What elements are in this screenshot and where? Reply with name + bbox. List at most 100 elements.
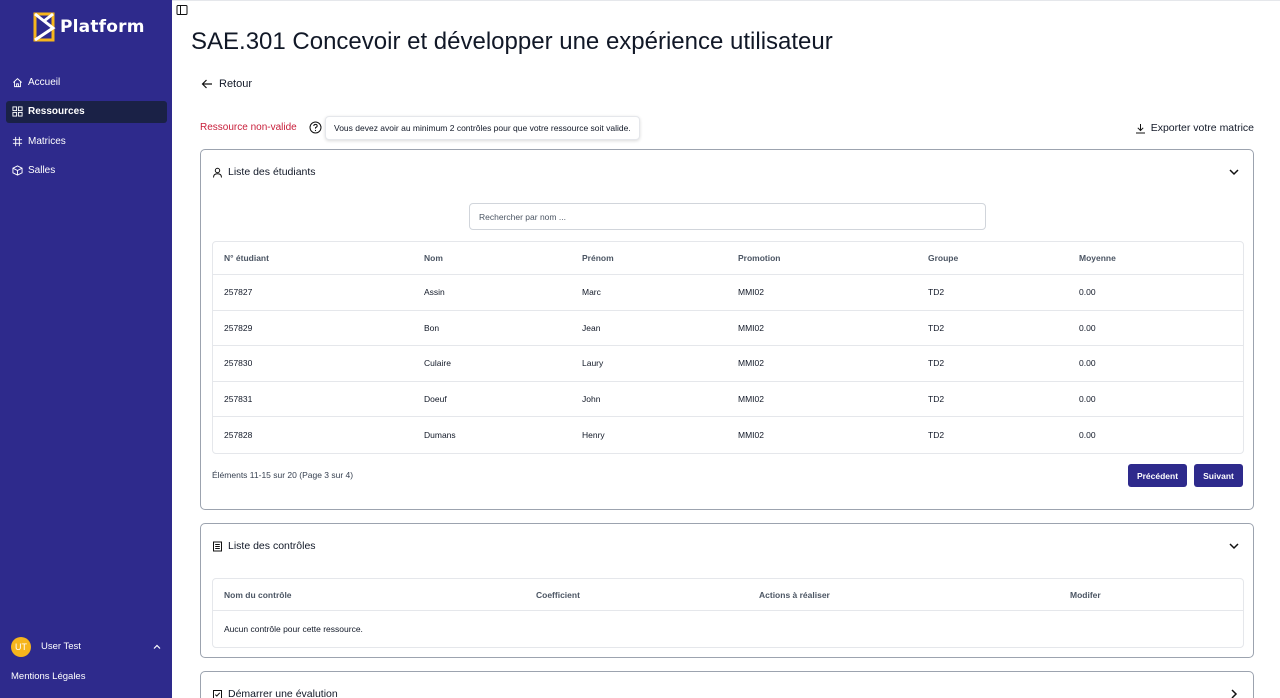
column-header: Moyenne bbox=[1079, 253, 1116, 263]
cell-first-name: Henry bbox=[582, 430, 605, 441]
evaluation-card: Démarrer une évalution bbox=[200, 671, 1254, 698]
cell-average: 0.00 bbox=[1079, 287, 1096, 298]
empty-state-text: Aucun contrôle pour cette ressource. bbox=[224, 623, 363, 634]
table-row[interactable]: 257828 Dumans Henry MMI02 TD2 0.00 bbox=[213, 417, 1243, 453]
home-icon bbox=[13, 77, 22, 87]
cell-student-number: 257827 bbox=[224, 287, 253, 298]
cell-average: 0.00 bbox=[1079, 358, 1096, 369]
sidebar-item-label: Salles bbox=[28, 165, 56, 176]
cell-promotion: MMI02 bbox=[738, 358, 764, 369]
column-header: Modifer bbox=[1070, 589, 1101, 600]
cell-last-name: Bon bbox=[424, 322, 440, 333]
cell-last-name: Assin bbox=[424, 287, 445, 298]
search-input[interactable] bbox=[469, 203, 986, 230]
cell-group: TD2 bbox=[928, 287, 945, 298]
cell-first-name: John bbox=[582, 394, 601, 405]
arrow-left-icon bbox=[201, 79, 212, 89]
checkbox-icon bbox=[213, 689, 222, 698]
column-header: Promotion bbox=[738, 253, 781, 263]
cell-first-name: Marc bbox=[582, 287, 601, 298]
table-row: Aucun contrôle pour cette ressource. bbox=[213, 611, 1243, 647]
cell-first-name: Laury bbox=[582, 358, 604, 369]
cell-average: 0.00 bbox=[1079, 322, 1096, 333]
download-icon bbox=[1135, 123, 1145, 133]
controls-title: Liste des contrôles bbox=[228, 540, 316, 552]
table-row[interactable]: 257827 Assin Marc MMI02 TD2 0.00 bbox=[213, 275, 1243, 311]
cell-average: 0.00 bbox=[1079, 394, 1096, 405]
export-matrix-button[interactable]: Exporter votre matrice bbox=[1135, 122, 1254, 134]
column-header: Nom du contrôle bbox=[224, 589, 292, 600]
students-table: N° étudiant Nom Prénom Promotion Groupe … bbox=[212, 241, 1244, 454]
sidebar-item-label: Matrices bbox=[28, 135, 66, 147]
column-header: Groupe bbox=[928, 253, 959, 263]
cell-student-number: 257830 bbox=[224, 358, 253, 369]
next-page-button[interactable]: Suivant bbox=[1194, 464, 1243, 487]
controls-card: Liste des contrôles Nom du contrôle Coef… bbox=[200, 523, 1254, 658]
hash-icon bbox=[12, 136, 23, 146]
students-title: Liste des étudiants bbox=[228, 166, 316, 178]
students-card: Liste des étudiants N° étudiant Nom Prén… bbox=[200, 149, 1254, 510]
column-header: Prénom bbox=[582, 253, 614, 263]
cell-promotion: MMI02 bbox=[738, 430, 764, 441]
cell-last-name: Culaire bbox=[424, 358, 451, 369]
column-header: Actions à réaliser bbox=[759, 589, 830, 600]
page-title: SAE.301 Concevoir et développer une expé… bbox=[191, 28, 833, 55]
chevron-down-icon[interactable] bbox=[1227, 539, 1241, 553]
box-icon bbox=[12, 165, 23, 176]
cell-group: TD2 bbox=[928, 430, 945, 441]
controls-table: Nom du contrôle Coefficient Actions à ré… bbox=[212, 578, 1244, 648]
cell-promotion: MMI02 bbox=[738, 394, 764, 405]
cell-student-number: 257831 bbox=[224, 394, 253, 405]
sidebar-item-label: Accueil bbox=[28, 76, 61, 88]
previous-page-button[interactable]: Précédent bbox=[1128, 464, 1187, 487]
chevron-up-icon bbox=[153, 644, 161, 649]
column-header: N° étudiant bbox=[224, 253, 269, 263]
document-list-icon bbox=[213, 541, 222, 551]
evaluation-card-header[interactable]: Démarrer une évalution bbox=[212, 686, 1241, 698]
sidebar-item-accueil[interactable]: Accueil bbox=[6, 71, 167, 93]
evaluation-title: Démarrer une évalution bbox=[228, 688, 338, 698]
sidebar-item-ressources[interactable]: Ressources bbox=[6, 100, 167, 123]
table-header-row: Nom du contrôle Coefficient Actions à ré… bbox=[213, 579, 1243, 611]
sidebar-item-label: Ressources bbox=[28, 106, 85, 117]
legal-link[interactable]: Mentions Légales bbox=[11, 671, 85, 682]
chevron-down-icon[interactable] bbox=[1227, 165, 1241, 179]
cell-group: TD2 bbox=[928, 322, 945, 333]
avatar: UT bbox=[11, 636, 31, 657]
sidebar: Platform Accueil Ressources Matrices Sal… bbox=[0, 0, 172, 698]
user-menu[interactable]: UT User Test bbox=[11, 636, 162, 657]
table-row[interactable]: 257829 Bon Jean MMI02 TD2 0.00 bbox=[213, 311, 1243, 347]
help-circle-icon[interactable] bbox=[309, 121, 322, 134]
table-header-row: N° étudiant Nom Prénom Promotion Groupe … bbox=[213, 242, 1243, 275]
cell-group: TD2 bbox=[928, 358, 945, 369]
controls-card-header[interactable]: Liste des contrôles bbox=[212, 538, 1241, 554]
chevron-right-icon[interactable] bbox=[1227, 687, 1241, 698]
cell-student-number: 257829 bbox=[224, 322, 253, 333]
cell-promotion: MMI02 bbox=[738, 287, 764, 298]
grid-icon bbox=[12, 106, 23, 117]
cell-promotion: MMI02 bbox=[738, 322, 764, 333]
sidebar-toggle-icon[interactable] bbox=[176, 4, 188, 16]
logo[interactable]: Platform bbox=[32, 12, 145, 42]
sidebar-item-salles[interactable]: Salles bbox=[6, 160, 167, 182]
students-card-header[interactable]: Liste des étudiants bbox=[212, 164, 1241, 180]
export-label: Exporter votre matrice bbox=[1150, 122, 1254, 134]
sidebar-item-matrices[interactable]: Matrices bbox=[6, 130, 167, 152]
top-divider bbox=[172, 0, 1280, 1]
cell-group: TD2 bbox=[928, 394, 945, 405]
cell-first-name: Jean bbox=[582, 322, 601, 333]
status-invalid: Ressource non-valide bbox=[200, 122, 297, 133]
pagination-info: Éléments 11-15 sur 20 (Page 3 sur 4) bbox=[212, 470, 354, 480]
user-icon bbox=[213, 167, 222, 178]
cell-student-number: 257828 bbox=[224, 430, 253, 441]
column-header: Coefficient bbox=[536, 589, 580, 600]
logo-icon bbox=[33, 12, 56, 42]
cell-last-name: Doeuf bbox=[424, 394, 447, 405]
user-name: User Test bbox=[41, 641, 81, 652]
back-link[interactable]: Retour bbox=[200, 77, 252, 91]
validation-tooltip: Vous devez avoir au minimum 2 contrôles … bbox=[325, 116, 640, 140]
table-row[interactable]: 257830 Culaire Laury MMI02 TD2 0.00 bbox=[213, 346, 1243, 382]
cell-last-name: Dumans bbox=[424, 430, 456, 441]
column-header: Nom bbox=[424, 253, 443, 263]
table-row[interactable]: 257831 Doeuf John MMI02 TD2 0.00 bbox=[213, 382, 1243, 418]
